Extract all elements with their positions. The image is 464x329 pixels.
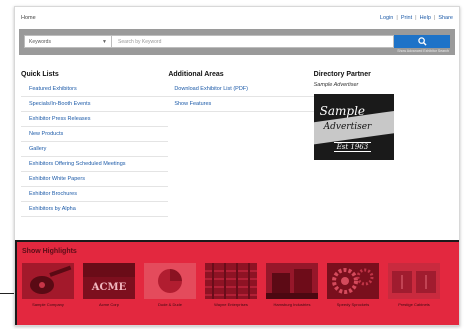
highlight-item[interactable]: Dude & Dude bbox=[144, 263, 196, 307]
quick-list-item[interactable]: Exhibitor White Papers bbox=[21, 172, 169, 187]
additional-areas-title: Additional Areas bbox=[168, 71, 224, 78]
share-link[interactable]: Share bbox=[438, 15, 453, 21]
highlight-caption: Speedy Sprockets bbox=[336, 302, 370, 307]
search-type-value: Keywords bbox=[29, 38, 51, 45]
additional-areas: Additional Areas Download Exhibitor List… bbox=[168, 71, 314, 217]
utility-links: Login | Print | Help | Share bbox=[379, 15, 453, 21]
search-input[interactable]: Search by Keyword bbox=[112, 35, 394, 48]
quick-list-item[interactable]: Exhibitors by Alpha bbox=[21, 202, 169, 217]
partner-name: Sample Advertiser bbox=[313, 82, 359, 88]
gears-image bbox=[327, 263, 379, 299]
search-icon bbox=[417, 37, 427, 46]
exhibitor-directory-page: Home Login | Print | Help | Share Keywor… bbox=[14, 6, 460, 326]
directory-partner: Directory Partner Sample Advertiser Samp… bbox=[313, 71, 453, 217]
top-bar: Home Login | Print | Help | Share bbox=[15, 7, 459, 29]
search-type-select[interactable]: Keywords ▼ bbox=[24, 35, 112, 48]
quick-list-item[interactable]: Exhibitor Brochures bbox=[21, 187, 169, 202]
logo-text-sample: Sample bbox=[319, 104, 366, 118]
directory-partner-title: Directory Partner bbox=[313, 71, 371, 78]
callout-pointer-line bbox=[0, 293, 14, 294]
highlight-caption: Hamsburg Industries bbox=[273, 302, 311, 307]
acme-image: ACME bbox=[83, 263, 135, 299]
quick-list-item[interactable]: Exhibitor Press Releases bbox=[21, 112, 169, 127]
login-link[interactable]: Login bbox=[380, 15, 393, 21]
highlight-item[interactable]: Prestige Cabinets bbox=[388, 263, 440, 307]
print-link[interactable]: Print bbox=[401, 15, 412, 21]
show-features-link[interactable]: Show Features bbox=[168, 97, 314, 112]
search-bar: Keywords ▼ Search by Keyword Show Advanc… bbox=[19, 29, 455, 55]
chevron-down-icon: ▼ bbox=[102, 38, 107, 45]
show-highlights: Show Highlights Sample Company ACME Acme… bbox=[15, 240, 459, 325]
acme-logo-text: ACME bbox=[91, 282, 127, 293]
highlight-item[interactable]: Sample Company bbox=[22, 263, 74, 307]
advanced-search-link[interactable]: Show Advanced Exhibitor Search bbox=[397, 49, 449, 53]
quick-list-item[interactable]: Specials/In-Booth Events bbox=[21, 97, 169, 112]
pattern-image bbox=[205, 263, 257, 299]
quick-list-item[interactable]: Exhibitors Offering Scheduled Meetings bbox=[21, 157, 169, 172]
quick-lists: Quick Lists Featured Exhibitors Specials… bbox=[21, 71, 169, 217]
highlight-item[interactable]: Speedy Sprockets bbox=[327, 263, 379, 307]
show-highlights-title: Show Highlights bbox=[22, 248, 77, 255]
chart-image bbox=[144, 263, 196, 299]
highlight-caption: Prestige Cabinets bbox=[398, 302, 430, 307]
guitar-image bbox=[22, 263, 74, 299]
logo-text-est: Est 1963 bbox=[333, 142, 372, 152]
download-exhibitor-list-link[interactable]: Download Exhibitor List (PDF) bbox=[168, 82, 314, 97]
highlight-item[interactable]: Hamsburg Industries bbox=[266, 263, 318, 307]
cabinet-image bbox=[388, 263, 440, 299]
home-link[interactable]: Home bbox=[21, 15, 36, 21]
highlight-caption: Dude & Dude bbox=[157, 302, 182, 307]
highlight-caption: Acme Corp bbox=[98, 302, 119, 307]
quick-list-item[interactable]: Gallery bbox=[21, 142, 169, 157]
quick-list-item[interactable]: Featured Exhibitors bbox=[21, 82, 169, 97]
highlight-caption: Wayne Enterprises bbox=[214, 302, 248, 307]
highlight-item[interactable]: ACME Acme Corp bbox=[83, 263, 135, 307]
partner-logo[interactable]: Sample Advertiser Est 1963 bbox=[313, 94, 394, 160]
quick-lists-title: Quick Lists bbox=[21, 71, 59, 78]
search-button[interactable] bbox=[394, 35, 450, 48]
machinery-image bbox=[266, 263, 318, 299]
help-link[interactable]: Help bbox=[420, 15, 431, 21]
highlight-item[interactable]: Wayne Enterprises bbox=[205, 263, 257, 307]
highlight-caption: Sample Company bbox=[32, 302, 64, 307]
logo-text-advertiser: Advertiser bbox=[323, 122, 372, 132]
quick-list-item[interactable]: New Products bbox=[21, 127, 169, 142]
